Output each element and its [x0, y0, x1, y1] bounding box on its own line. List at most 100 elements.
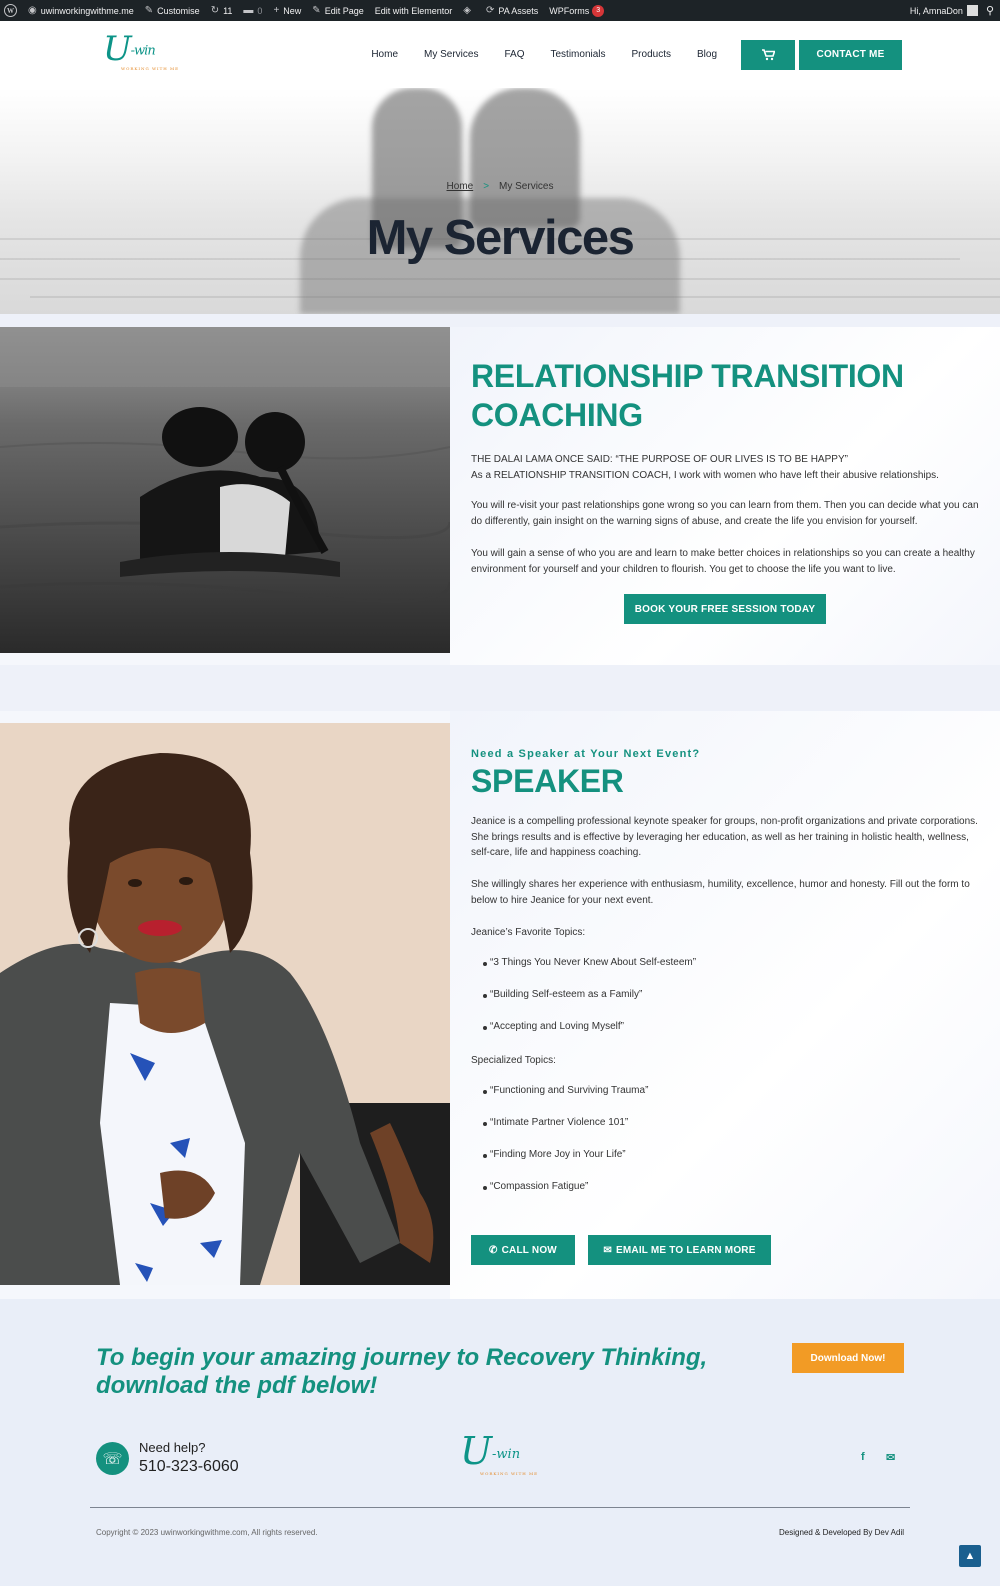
admin-pa-assets-link[interactable]: ⟳ PA Assets — [486, 5, 538, 16]
logo-main: U — [103, 29, 132, 69]
cta-heading-line1: To begin your amazing journey to Recover… — [96, 1344, 708, 1371]
footer-logo-tagline: WORKING WITH ME — [480, 1471, 539, 1476]
admin-site-link[interactable]: ◉ uwinworkingwithme.me — [28, 5, 134, 16]
brush-icon: ✎ — [144, 5, 154, 16]
coaching-title-line2: COACHING — [471, 397, 643, 433]
search-icon: ⚲ — [985, 5, 994, 17]
envelope-icon[interactable]: ✉ — [886, 1451, 895, 1464]
admin-wpforms-label: WPForms — [549, 5, 590, 16]
admin-search-button[interactable]: ⚲ — [986, 4, 994, 17]
cta-footer-section: To begin your amazing journey to Recover… — [0, 1299, 1000, 1586]
pencil-icon: ✎ — [312, 5, 321, 16]
cta-heading-line2: download the pdf below! — [96, 1372, 378, 1399]
nav-item-my-services[interactable]: My Services — [424, 49, 478, 60]
download-now-button[interactable]: Download Now! — [792, 1343, 904, 1373]
footer-divider — [90, 1507, 910, 1508]
logo-tagline: WORKING WITH ME — [121, 66, 180, 71]
coaching-paragraph-2: You will re-visit your past relationship… — [471, 500, 979, 527]
nav-item-faq[interactable]: FAQ — [504, 49, 524, 60]
breadcrumb-current: My Services — [499, 181, 554, 192]
admin-customise-label: Customise — [157, 5, 200, 16]
phone-icon: ✆ — [489, 1244, 498, 1256]
admin-edit-page-label: Edit Page — [324, 5, 364, 16]
coaching-title: RELATIONSHIP TRANSITION COACHING — [471, 357, 904, 435]
logo-sub: -win — [130, 43, 156, 59]
avatar — [966, 5, 978, 16]
email-me-label: EMAIL ME TO LEARN MORE — [616, 1244, 756, 1256]
page-hero: Home > My Services My Services — [0, 88, 1000, 314]
specialized-topics-heading: Specialized Topics: — [471, 1055, 556, 1066]
list-item: “Accepting and Loving Myself” — [483, 1021, 624, 1032]
dashboard-icon: ◉ — [28, 5, 37, 16]
wpforms-badge: 3 — [592, 4, 605, 17]
footer-logo[interactable]: U-win WORKING WITH ME — [460, 1429, 537, 1476]
coaching-title-line1: RELATIONSHIP TRANSITION — [471, 358, 904, 394]
call-now-button[interactable]: ✆ CALL NOW — [471, 1235, 575, 1265]
admin-new-label: New — [283, 5, 302, 16]
wordpress-menu[interactable]: W — [4, 4, 17, 17]
favorite-topics-heading: Jeanice’s Favorite Topics: — [471, 927, 586, 938]
sync-icon: ⟳ — [485, 5, 495, 16]
plus-icon: + — [273, 5, 280, 16]
scroll-to-top-button[interactable]: ▲ — [959, 1545, 981, 1567]
admin-wpforms-link[interactable]: WPForms 3 — [549, 4, 605, 17]
footer-logo-sub: -win — [492, 1447, 521, 1462]
diamond-icon: ◈ — [463, 5, 471, 16]
help-phone-number[interactable]: 510-323-6060 — [139, 1458, 239, 1476]
speaker-portrait-photo — [0, 723, 450, 1285]
admin-greeting: Hi, AmnaDon — [909, 5, 963, 16]
coaching-section: RELATIONSHIP TRANSITION COACHING THE DAL… — [0, 327, 1000, 665]
coaching-intro: As a RELATIONSHIP TRANSITION COACH, I wo… — [471, 469, 939, 481]
comment-icon: ▬ — [243, 5, 254, 16]
call-now-label: CALL NOW — [501, 1244, 557, 1256]
admin-comments-count: 0 — [257, 5, 263, 16]
nav-item-blog[interactable]: Blog — [697, 49, 717, 60]
credit-text: Designed & Developed By Dev Adil — [779, 1528, 904, 1537]
speaker-paragraph-1: Jeanice is a compelling professional key… — [471, 816, 978, 858]
admin-pa-assets-label: PA Assets — [498, 5, 539, 16]
cart-icon — [761, 48, 775, 60]
nav-item-home[interactable]: Home — [371, 49, 398, 60]
admin-updates-count: 11 — [223, 5, 233, 16]
admin-new-link[interactable]: + New — [273, 5, 301, 16]
site-header: U-win WORKING WITH ME Home My Services F… — [0, 21, 1000, 88]
contact-me-button[interactable]: CONTACT ME — [799, 39, 902, 70]
nav-item-testimonials[interactable]: Testimonials — [550, 49, 605, 60]
list-item: “3 Things You Never Knew About Self-este… — [482, 957, 697, 968]
admin-site-name: uwinworkingwithme.me — [40, 5, 134, 16]
email-me-button[interactable]: ✉ EMAIL ME TO LEARN MORE — [588, 1235, 771, 1265]
main-nav: Home My Services FAQ Testimonials Produc… — [358, 21, 1000, 88]
list-item: “Building Self-esteem as a Family” — [482, 989, 643, 1000]
admin-edit-page-link[interactable]: ✎ Edit Page — [312, 5, 363, 16]
book-session-button[interactable]: BOOK YOUR FREE SESSION TODAY — [624, 594, 826, 624]
admin-account-link[interactable]: Hi, AmnaDon — [910, 5, 978, 16]
facebook-icon[interactable]: f — [861, 1451, 865, 1463]
site-logo[interactable]: U-win WORKING WITH ME — [103, 29, 178, 71]
speaker-paragraph-2: She willingly shares her experience with… — [471, 879, 970, 906]
copyright-text: Copyright © 2023 uwinworkingwithme.com, … — [96, 1528, 318, 1537]
chevron-up-icon: ▲ — [964, 1550, 976, 1562]
nav-item-products[interactable]: Products — [632, 49, 671, 60]
cta-heading: To begin your amazing journey to Recover… — [96, 1344, 756, 1400]
breadcrumb: Home > My Services — [0, 181, 1000, 192]
admin-updates-link[interactable]: ↻ 11 — [211, 5, 233, 16]
page-title: My Services — [366, 211, 635, 265]
envelope-icon: ✉ — [603, 1244, 612, 1256]
admin-comments-link[interactable]: ▬ 0 — [243, 5, 262, 16]
coaching-paragraph-3: You will gain a sense of who you are and… — [471, 548, 975, 575]
speaker-title: SPEAKER — [471, 763, 624, 799]
phone-icon: ☏ — [96, 1442, 129, 1475]
cart-button[interactable] — [741, 39, 795, 70]
admin-elementor-link[interactable]: Edit with Elementor — [375, 6, 453, 16]
coaching-quote: THE DALAI LAMA ONCE SAID: “THE PURPOSE O… — [471, 454, 848, 465]
footer-logo-main: U — [460, 1429, 493, 1473]
admin-diamond-link[interactable]: ◈ — [463, 5, 475, 16]
coaching-paragraph-1: THE DALAI LAMA ONCE SAID: “THE PURPOSE O… — [471, 452, 983, 483]
speaker-section: Need a Speaker at Your Next Event? SPEAK… — [0, 711, 1000, 1299]
list-item: “Compassion Fatigue” — [482, 1181, 589, 1192]
admin-customise-link[interactable]: ✎ Customise — [145, 5, 200, 16]
admin-bar: W ◉ uwinworkingwithme.me ✎ Customise ↻ 11 ▬… — [0, 0, 1000, 21]
breadcrumb-home[interactable]: Home — [447, 181, 474, 192]
list-item: “Functioning and Surviving Trauma” — [482, 1085, 649, 1096]
list-item: “Intimate Partner Violence 101” — [482, 1117, 629, 1128]
